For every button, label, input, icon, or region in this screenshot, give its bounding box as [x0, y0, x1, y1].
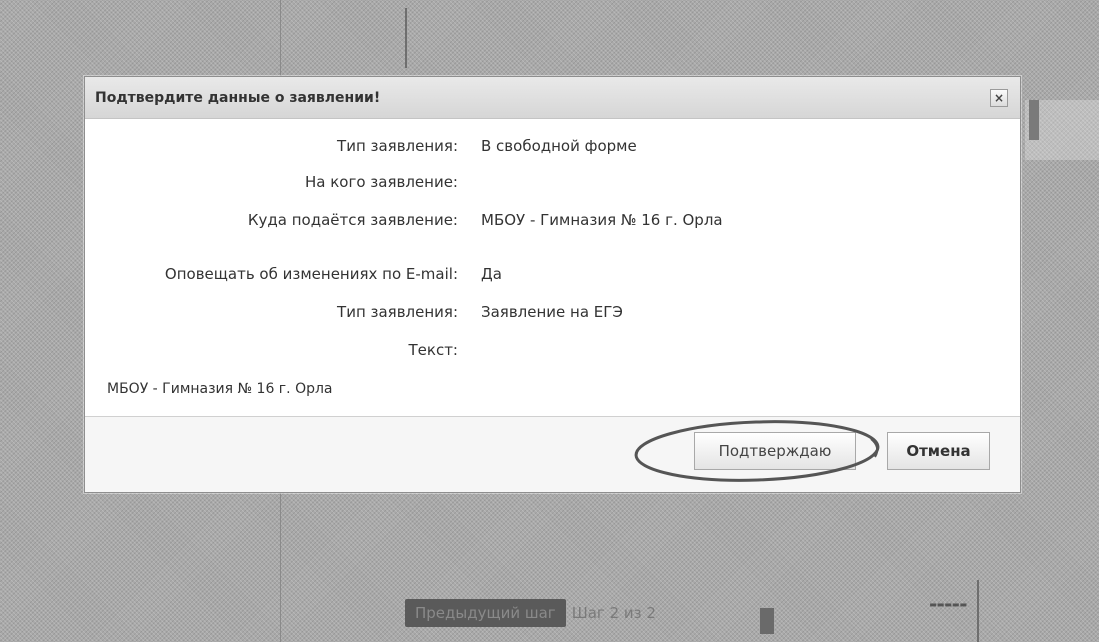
dialog-footer: Подтверждаю Отмена	[85, 416, 1020, 492]
field-label: Тип заявления:	[337, 137, 458, 155]
field-row-email-notify: Оповещать об изменениях по E-mail: Да	[85, 265, 1020, 285]
field-label: Куда подаётся заявление:	[247, 211, 458, 229]
application-text: МБОУ - Гимназия № 16 г. Орла	[107, 381, 333, 397]
cancel-button[interactable]: Отмена	[887, 432, 990, 470]
dialog-header: Подтвердите данные о заявлении! ×	[85, 77, 1020, 119]
field-row-destination: Куда подаётся заявление: МБОУ - Гимназия…	[85, 211, 1020, 231]
page: Предыдущий шаг Шаг 2 из 2 ▬▬▬▬▬ Подтверд…	[0, 0, 1099, 642]
dialog-title: Подтвердите данные о заявлении!	[95, 89, 381, 106]
field-label: Текст:	[408, 341, 459, 359]
confirmation-dialog: Подтвердите данные о заявлении! × Тип за…	[84, 76, 1021, 493]
background-divider	[405, 8, 407, 68]
background-marker	[1029, 100, 1039, 140]
background-step-nav: Предыдущий шаг Шаг 2 из 2	[405, 598, 656, 628]
confirm-button[interactable]: Подтверждаю	[694, 432, 856, 470]
dialog-body: Тип заявления: В свободной форме На кого…	[85, 119, 1020, 417]
field-value: МБОУ - Гимназия № 16 г. Орла	[481, 211, 723, 229]
field-label: Оповещать об изменениях по E-mail:	[164, 265, 458, 283]
step-indicator: Шаг 2 из 2	[571, 604, 656, 622]
field-row-applicant: На кого заявление:	[85, 173, 1020, 193]
field-row-exam-type: Тип заявления: Заявление на ЕГЭ	[85, 303, 1020, 323]
field-label: На кого заявление:	[305, 173, 458, 191]
background-divider	[977, 580, 979, 642]
background-marker	[760, 608, 774, 634]
field-label: Тип заявления:	[337, 303, 458, 321]
close-icon: ×	[993, 90, 1005, 105]
field-row-text: Текст:	[85, 341, 1020, 361]
field-value: Да	[481, 265, 502, 283]
field-value: В свободной форме	[481, 137, 637, 155]
close-button[interactable]: ×	[990, 88, 1008, 107]
background-label: ▬▬▬▬▬	[929, 600, 967, 609]
previous-step-button: Предыдущий шаг	[405, 599, 566, 627]
field-row-application-type: Тип заявления: В свободной форме	[85, 137, 1020, 157]
field-value: Заявление на ЕГЭ	[481, 303, 623, 321]
